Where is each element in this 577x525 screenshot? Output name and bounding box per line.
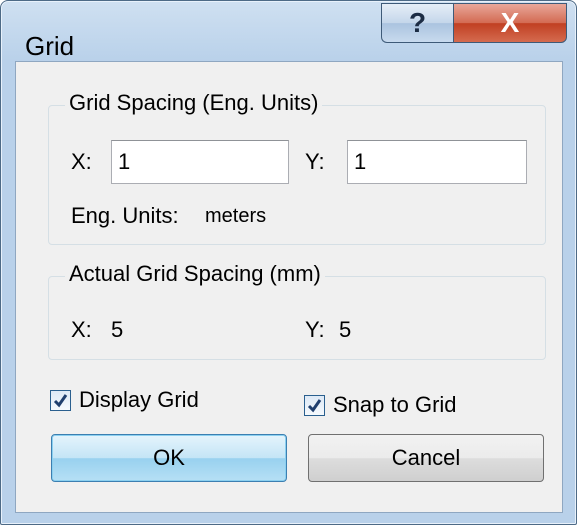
grid-dialog: Grid ? X Grid Spacing (Eng. Units) X: 1 …	[0, 0, 577, 525]
close-button[interactable]: X	[453, 3, 567, 43]
grid-spacing-group-label: Grid Spacing (Eng. Units)	[65, 90, 323, 116]
dialog-title: Grid	[25, 31, 75, 61]
snap-to-grid-label: Snap to Grid	[333, 392, 457, 417]
ok-button[interactable]: OK	[51, 434, 287, 482]
cancel-button[interactable]: Cancel	[308, 434, 544, 482]
close-icon: X	[500, 7, 520, 38]
actual-x-value: 5	[111, 317, 124, 342]
actual-spacing-group-label: Actual Grid Spacing (mm)	[65, 261, 325, 287]
grid-spacing-group: Grid Spacing (Eng. Units) X: 1 Y: 1 Eng.…	[48, 90, 546, 245]
grid-x-label: X:	[71, 149, 92, 174]
actual-x-label: X:	[71, 317, 92, 342]
dialog-client-area: Grid Spacing (Eng. Units) X: 1 Y: 1 Eng.…	[15, 61, 563, 513]
grid-x-input[interactable]: 1	[111, 140, 289, 184]
snap-to-grid-check-icon	[304, 395, 325, 416]
caption-buttons: ? X	[381, 3, 571, 47]
grid-y-label: Y:	[305, 149, 325, 174]
actual-y-label: Y:	[305, 317, 325, 342]
eng-units-value: meters	[205, 205, 267, 227]
actual-y-value: 5	[339, 317, 352, 342]
help-icon: ?	[408, 7, 427, 38]
display-grid-check-icon	[50, 390, 71, 411]
display-grid-label: Display Grid	[79, 387, 199, 412]
snap-to-grid-checkbox[interactable]: Snap to Grid	[304, 392, 524, 422]
grid-y-input[interactable]: 1	[347, 140, 527, 184]
actual-spacing-group: Actual Grid Spacing (mm) X: 5 Y: 5	[48, 261, 546, 360]
help-button[interactable]: ?	[381, 3, 453, 43]
eng-units-label: Eng. Units:	[71, 203, 179, 228]
display-grid-checkbox[interactable]: Display Grid	[50, 387, 270, 417]
